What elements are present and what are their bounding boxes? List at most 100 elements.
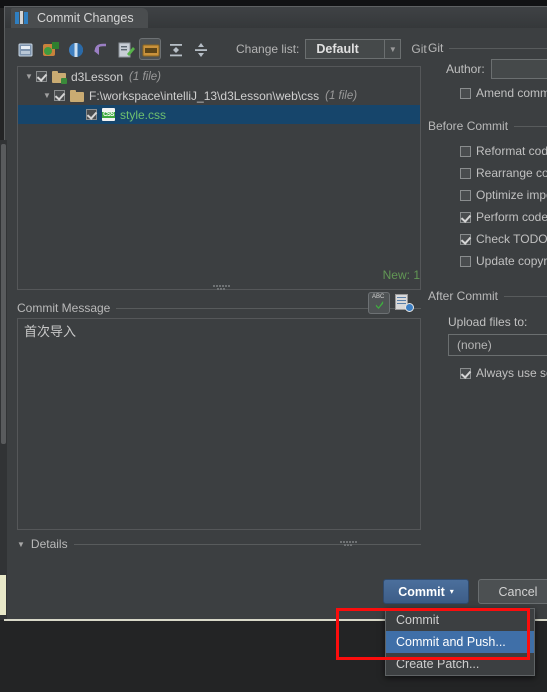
chevron-down-icon[interactable]: ▾ xyxy=(450,587,454,596)
expand-all-icon[interactable] xyxy=(164,38,186,60)
folder-icon xyxy=(52,70,67,84)
rollback-revert-icon[interactable] xyxy=(64,38,86,60)
menu-item-commit[interactable]: Commit xyxy=(386,609,534,631)
update-copyright-checkbox[interactable] xyxy=(460,255,471,267)
author-label: Author: xyxy=(446,62,485,76)
author-field[interactable] xyxy=(490,59,547,79)
vcs-label: Git xyxy=(411,42,427,56)
dialog-titlebar: Commit Changes xyxy=(4,6,547,28)
option-reformat-code[interactable]: Reformat code xyxy=(428,140,547,162)
dialog-title-tab: Commit Changes xyxy=(11,7,148,28)
change-list-label: Change list: xyxy=(236,42,300,56)
amend-commit-checkbox[interactable] xyxy=(460,87,471,99)
option-perform-code-analysis[interactable]: Perform code analysis xyxy=(428,206,547,228)
refresh-changes-icon[interactable] xyxy=(39,38,61,60)
left-scrollbar-thumb[interactable] xyxy=(1,144,6,444)
reformat-code-checkbox[interactable] xyxy=(460,145,471,157)
section-divider xyxy=(449,47,547,49)
undo-arrow-icon[interactable] xyxy=(89,38,111,60)
tree-node-label: F:\workspace\intelliJ_13\d3Lesson\web\cs… xyxy=(89,88,320,103)
tree-node-count: (1 file) xyxy=(325,89,358,102)
before-commit-group: Before Commit Reformat code Rearrange co… xyxy=(428,118,547,272)
edit-source-icon[interactable] xyxy=(114,38,136,60)
details-splitter-handle[interactable] xyxy=(339,540,357,546)
amend-commit-label: Amend commit xyxy=(476,86,547,100)
chevron-down-icon[interactable]: ▼ xyxy=(17,540,25,549)
collapse-all-icon[interactable] xyxy=(189,38,211,60)
section-divider xyxy=(514,125,547,127)
after-commit-group: After Commit Upload files to: (none) Alw… xyxy=(428,288,547,384)
rearrange-code-checkbox[interactable] xyxy=(460,167,471,179)
option-label: Optimize imports xyxy=(476,188,547,202)
commit-button-label: Commit xyxy=(398,584,445,599)
upload-target-dropdown[interactable]: (none) xyxy=(448,334,547,356)
always-use-server-option[interactable]: Always use selected server xyxy=(428,362,547,384)
cancel-button[interactable]: Cancel xyxy=(478,579,547,604)
option-check-todo[interactable]: Check TODO (Show All) xyxy=(428,228,547,250)
group-header: Git xyxy=(428,40,547,56)
section-divider xyxy=(504,295,547,297)
tree-splitter-handle[interactable] xyxy=(212,284,230,290)
commit-message-label: Commit Message xyxy=(17,301,111,315)
intellij-idea-logo-icon xyxy=(15,10,29,25)
group-title: Git xyxy=(428,41,444,55)
css-file-icon: CSS xyxy=(102,108,115,121)
optimize-imports-checkbox[interactable] xyxy=(460,189,471,201)
details-label: Details xyxy=(30,537,68,551)
menu-item-label: Commit and Push... xyxy=(396,635,506,649)
commit-message-text: 首次导入 xyxy=(24,324,77,339)
option-label: Check TODO (Show All) xyxy=(476,232,547,246)
chevron-down-icon[interactable]: ▼ xyxy=(384,40,400,58)
cancel-button-label: Cancel xyxy=(498,584,538,599)
left-scrollbar[interactable] xyxy=(0,140,7,620)
show-diff-icon[interactable] xyxy=(14,38,36,60)
table-row[interactable]: ▼ F:\workspace\intelliJ_13\d3Lesson\web\… xyxy=(18,86,420,105)
group-title: Before Commit xyxy=(428,119,509,133)
row-checkbox[interactable] xyxy=(86,109,97,120)
table-row[interactable]: ▼ d3Lesson (1 file) xyxy=(18,67,420,86)
amend-commit-option[interactable]: Amend commit xyxy=(428,82,547,104)
option-label: Reformat code xyxy=(476,144,547,158)
option-optimize-imports[interactable]: Optimize imports xyxy=(428,184,547,206)
changed-files-tree[interactable]: ▼ d3Lesson (1 file) ▼ F:\workspace\intel… xyxy=(17,66,421,290)
menu-item-create-patch[interactable]: Create Patch... xyxy=(386,653,534,675)
chevron-down-icon[interactable]: ▼ xyxy=(40,91,54,100)
commit-message-history-icon[interactable] xyxy=(394,293,414,313)
commit-message-input[interactable]: 首次导入 xyxy=(17,318,421,530)
new-files-count: New: 1 xyxy=(382,268,420,282)
window-edge-accent xyxy=(0,575,6,615)
row-checkbox[interactable] xyxy=(54,90,65,101)
menu-item-commit-and-push[interactable]: Commit and Push... xyxy=(386,631,534,653)
folder-icon xyxy=(70,89,84,102)
commit-dropdown-menu: Commit Commit and Push... Create Patch..… xyxy=(385,608,535,676)
dialog-title: Commit Changes xyxy=(37,10,134,25)
tree-node-label: style.css xyxy=(120,107,167,122)
check-todo-checkbox[interactable] xyxy=(460,233,471,245)
author-row: Author: xyxy=(428,56,547,82)
commit-message-toolbar: ABC xyxy=(368,292,414,314)
option-update-copyright[interactable]: Update copyright xyxy=(428,250,547,272)
git-options-group: Git Author: Amend commit xyxy=(428,40,547,104)
tree-node-count: (1 file) xyxy=(129,70,161,83)
change-list-value: Default xyxy=(316,42,359,56)
commit-message-header: Commit Message xyxy=(17,300,421,316)
option-label: Perform code analysis xyxy=(476,210,547,224)
change-list-dropdown[interactable]: Default ▼ xyxy=(305,39,402,59)
always-use-server-label: Always use selected server xyxy=(476,366,547,380)
group-by-directory-icon[interactable] xyxy=(139,38,161,60)
section-divider xyxy=(73,543,421,545)
commit-options-panel: Git Author: Amend commit Before Commit R… xyxy=(428,40,547,390)
commit-button[interactable]: Commit ▾ xyxy=(383,579,469,604)
abc-spellcheck-icon[interactable]: ABC xyxy=(368,292,390,314)
perform-code-analysis-checkbox[interactable] xyxy=(460,211,471,223)
table-row[interactable]: CSS style.css xyxy=(18,105,420,124)
row-checkbox[interactable] xyxy=(36,71,47,82)
details-section[interactable]: ▼ Details xyxy=(17,536,421,552)
option-rearrange-code[interactable]: Rearrange code xyxy=(428,162,547,184)
chevron-down-icon[interactable]: ▼ xyxy=(22,72,36,81)
option-label: Update copyright xyxy=(476,254,547,268)
always-use-server-checkbox[interactable] xyxy=(460,367,471,379)
option-label: Rearrange code xyxy=(476,166,547,180)
screenshot-root: Commit Changes Change list: Default ▼ Gi… xyxy=(0,0,547,692)
group-title: After Commit xyxy=(428,289,499,303)
